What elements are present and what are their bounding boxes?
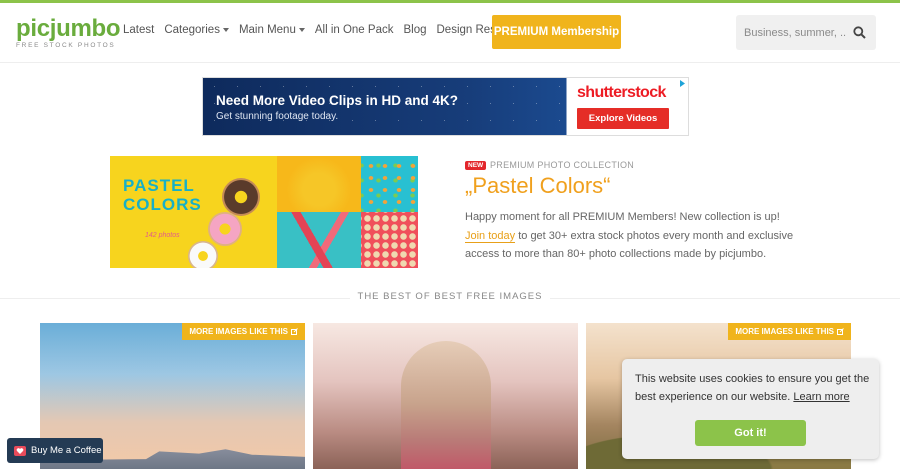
collage-tile-candy: [361, 156, 418, 212]
external-link-icon: [837, 328, 844, 335]
new-badge: NEW: [465, 161, 487, 170]
nav-item-latest[interactable]: Latest: [123, 24, 154, 36]
external-link-icon: [291, 328, 298, 335]
main-nav: Latest Categories Main Menu All in One P…: [123, 24, 540, 36]
more-images-like-this-link[interactable]: MORE IMAGES LIKE THIS: [182, 323, 305, 340]
collage-tile-chickpeas: [361, 212, 418, 268]
collage-tile-title: PASTEL COLORS 142 photos: [110, 156, 277, 268]
more-images-like-this-link[interactable]: MORE IMAGES LIKE THIS: [728, 323, 851, 340]
search-box: [736, 15, 876, 50]
collage-subtitle: 142 photos: [145, 232, 180, 239]
donut-image: [208, 212, 242, 246]
buy-me-a-coffee-button[interactable]: Buy Me a Coffee: [7, 438, 103, 463]
logo-wordmark: picjumbo: [16, 15, 121, 42]
site-header: picjumbo FREE STOCK PHOTOS Latest Catego…: [0, 3, 900, 63]
cookie-message: This website uses cookies to ensure you …: [635, 373, 870, 403]
logo[interactable]: picjumbo FREE STOCK PHOTOS: [16, 15, 121, 50]
shutterstock-ad-banner[interactable]: Need More Video Clips in HD and 4K? Get …: [202, 77, 689, 136]
join-today-link[interactable]: Join today: [465, 229, 516, 243]
ad-subtitle: Get stunning footage today.: [216, 111, 339, 122]
caret-down-icon: [298, 27, 305, 32]
learn-more-link[interactable]: Learn more: [793, 391, 849, 403]
premium-membership-button[interactable]: PREMIUM Membership: [492, 15, 621, 49]
nav-item-all-in-one-pack[interactable]: All in One Pack: [315, 24, 394, 36]
shutterstock-logo: shutterstock: [577, 84, 666, 101]
ad-title: Need More Video Clips in HD and 4K?: [216, 93, 459, 108]
collection-description: Happy moment for all PREMIUM Members! Ne…: [465, 211, 794, 261]
collage-tile-spoons: [277, 156, 361, 212]
search-icon[interactable]: [853, 26, 866, 39]
nav-item-blog[interactable]: Blog: [403, 24, 426, 36]
explore-videos-button[interactable]: Explore Videos: [577, 108, 669, 129]
coffee-label: Buy Me a Coffee: [31, 445, 102, 456]
heart-icon: [14, 445, 26, 456]
search-input[interactable]: [736, 26, 846, 39]
nav-item-main-menu[interactable]: Main Menu: [239, 24, 305, 36]
portrait-figure: [401, 341, 491, 469]
collage-tile-lipstick: [277, 212, 361, 268]
cookie-consent-popup: This website uses cookies to ensure you …: [622, 359, 879, 459]
collage-title: PASTEL COLORS: [123, 176, 202, 214]
donut-image: [188, 241, 218, 268]
collection-label: PREMIUM PHOTO COLLECTION: [490, 160, 635, 170]
gallery-card-portrait[interactable]: [313, 323, 578, 469]
donut-image: [222, 178, 260, 216]
ad-brand-panel: shutterstock Explore Videos: [569, 78, 688, 135]
nav-item-categories[interactable]: Categories: [164, 24, 229, 36]
ad-choices-icon[interactable]: [679, 80, 686, 87]
caret-down-icon: [222, 27, 229, 32]
got-it-button[interactable]: Got it!: [695, 420, 806, 446]
pastel-collection-image[interactable]: PASTEL COLORS 142 photos: [110, 156, 418, 268]
collection-title[interactable]: „Pastel Colors“: [465, 173, 610, 199]
logo-tagline: FREE STOCK PHOTOS: [16, 42, 116, 49]
section-title: THE BEST OF BEST FREE IMAGES: [350, 291, 550, 302]
